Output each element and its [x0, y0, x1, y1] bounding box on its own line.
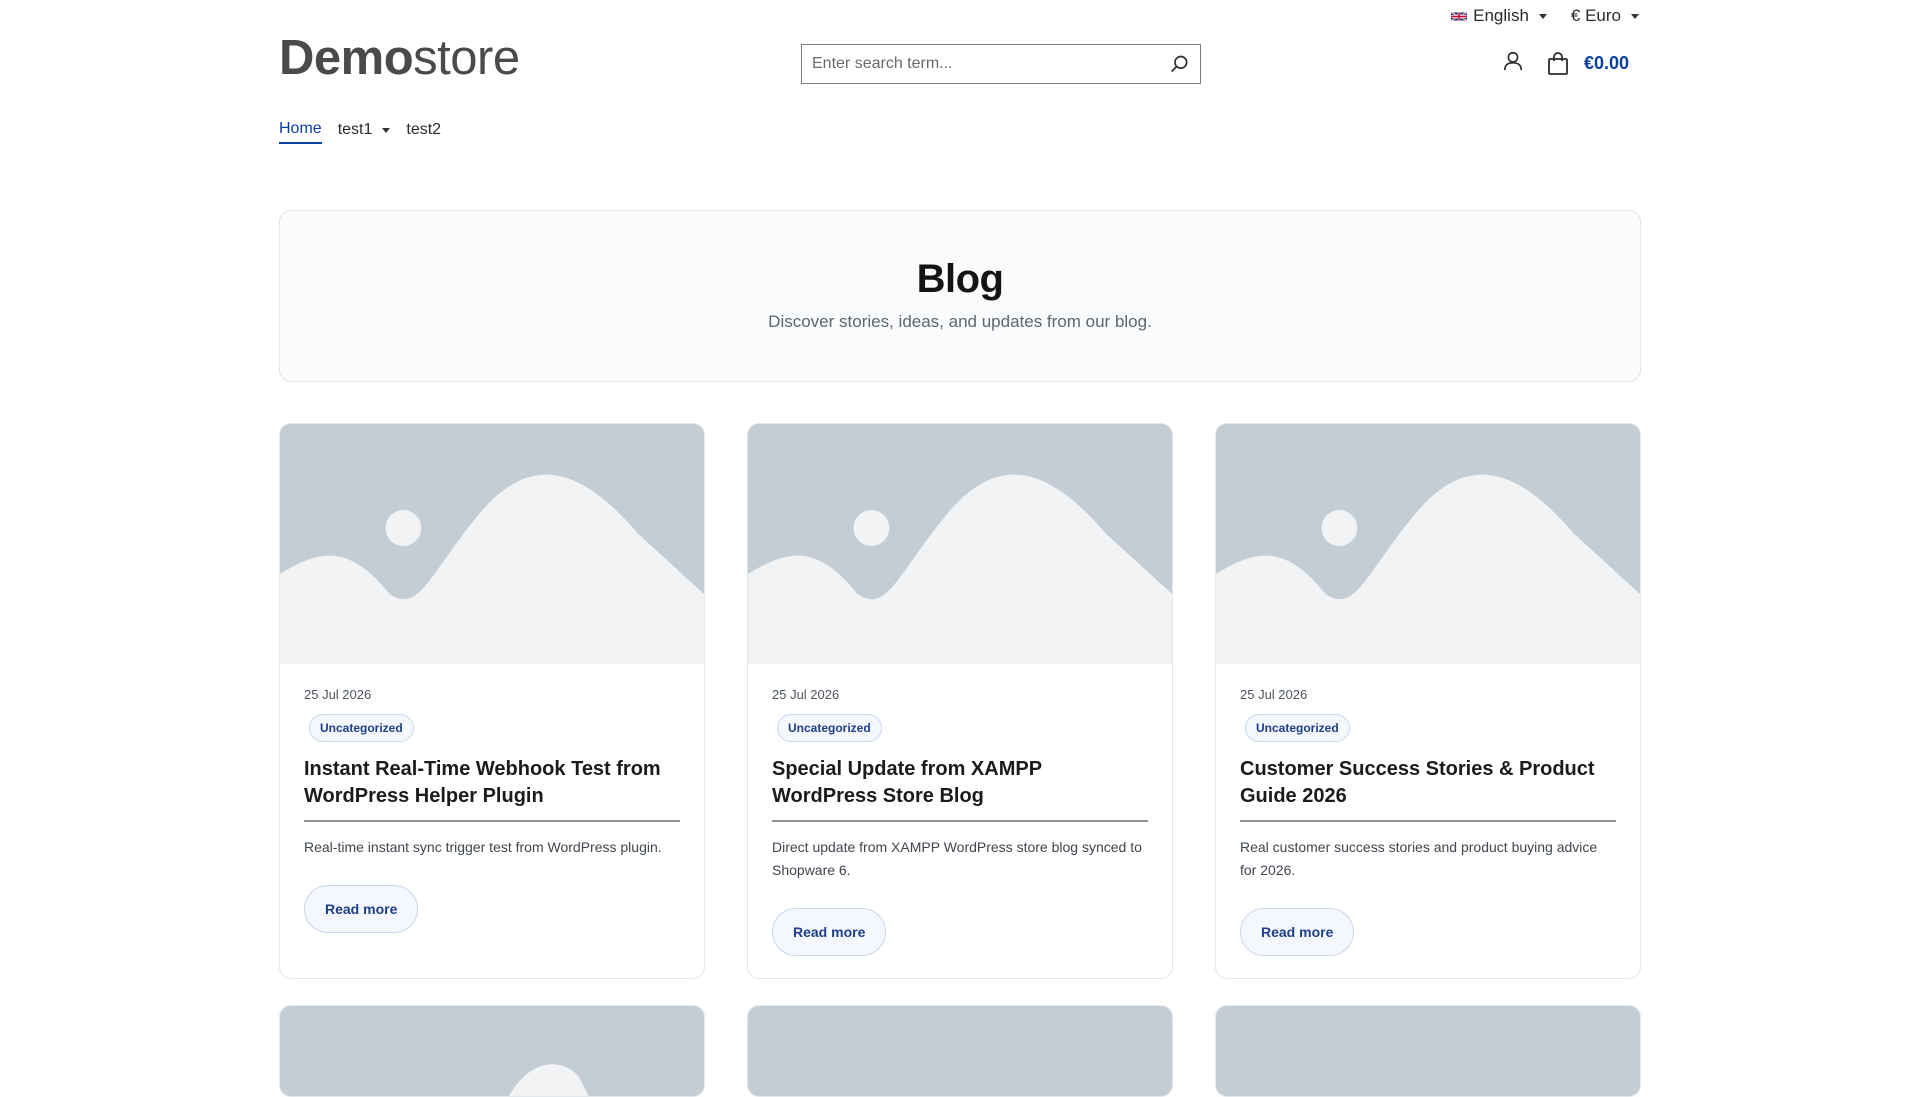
post-image-placeholder[interactable] [280, 424, 704, 664]
post-date: 25 Jul 2026 [304, 687, 372, 702]
read-more-button[interactable]: Read more [304, 885, 419, 933]
read-more-button[interactable]: Read more [772, 908, 887, 956]
shopping-bag-icon [1548, 51, 1568, 75]
blog-grid: 25 Jul 2026 Uncategorized Instant Real-T… [279, 423, 1641, 1097]
user-icon [1503, 51, 1523, 71]
nav-item-home[interactable]: Home [279, 120, 322, 144]
search-icon [1171, 55, 1188, 73]
nav-item-test2[interactable]: test2 [406, 120, 441, 144]
post-excerpt: Direct update from XAMPP WordPress store… [772, 839, 1142, 878]
blog-card: 25 Jul 2026 Uncategorized Special Update… [747, 423, 1173, 979]
card-body: 25 Jul 2026 Uncategorized Customer Succe… [1216, 664, 1640, 978]
blog-card [279, 1005, 705, 1097]
image-placeholder-icon [748, 424, 1172, 664]
post-image[interactable] [748, 1006, 1172, 1096]
header-actions: €0.00 [1502, 50, 1629, 77]
search-button[interactable] [1160, 45, 1200, 83]
blog-card [1215, 1005, 1641, 1097]
post-excerpt: Real customer success stories and produc… [1240, 839, 1598, 878]
image-placeholder-icon [280, 1006, 704, 1096]
nav-item-label: test1 [337, 121, 373, 138]
category-badge[interactable]: Uncategorized [1245, 714, 1350, 742]
blog-card [747, 1005, 1173, 1097]
post-image-placeholder[interactable] [748, 424, 1172, 664]
chevron-down-icon [1631, 13, 1639, 19]
page: English € Euro Demostore Enter search te… [279, 0, 1641, 1097]
account-button[interactable] [1502, 50, 1524, 77]
post-image[interactable] [1216, 1006, 1640, 1096]
top-bar: English € Euro [1451, 6, 1639, 26]
store-logo[interactable]: Demostore [279, 34, 520, 83]
logo-bold-text: Demo [279, 31, 414, 85]
logo-light-text: store [413, 31, 520, 85]
page-subtitle: Discover stories, ideas, and updates fro… [768, 312, 1152, 331]
post-title[interactable]: Instant Real-Time Webhook Test from Word… [304, 756, 680, 822]
post-image-placeholder[interactable] [280, 1006, 704, 1096]
cart-button[interactable]: €0.00 [1546, 51, 1629, 76]
post-date: 25 Jul 2026 [772, 687, 840, 702]
post-title[interactable]: Special Update from XAMPP WordPress Stor… [772, 756, 1148, 822]
category-badge[interactable]: Uncategorized [309, 714, 414, 742]
card-body: 25 Jul 2026 Uncategorized Special Update… [748, 664, 1172, 978]
card-body: 25 Jul 2026 Uncategorized Instant Real-T… [280, 664, 704, 978]
post-image-placeholder[interactable] [1216, 424, 1640, 664]
currency-selector[interactable]: € Euro [1571, 6, 1639, 26]
nav-item-label: test2 [406, 121, 442, 138]
nav-item-label: Home [279, 120, 322, 137]
post-title[interactable]: Customer Success Stories & Product Guide… [1240, 756, 1616, 822]
chevron-down-icon [1538, 13, 1547, 19]
language-label: English [1473, 6, 1529, 25]
image-placeholder-icon [1216, 424, 1640, 664]
read-more-button[interactable]: Read more [1240, 908, 1355, 956]
cart-total: €0.00 [1583, 53, 1629, 73]
image-placeholder-icon [280, 424, 704, 664]
page-title: Blog [916, 257, 1004, 301]
blog-hero: Blog Discover stories, ideas, and update… [279, 210, 1641, 382]
main-navigation: Home test1 test2 [279, 120, 441, 144]
chevron-down-icon [382, 127, 391, 133]
currency-label: € Euro [1570, 6, 1621, 25]
category-badge[interactable]: Uncategorized [777, 714, 882, 742]
blog-card: 25 Jul 2026 Uncategorized Customer Succe… [1215, 423, 1641, 979]
search-box [801, 44, 1201, 84]
nav-item-test1[interactable]: test1 [338, 120, 391, 144]
uk-flag-icon [1451, 11, 1468, 21]
search-input[interactable] [802, 45, 1160, 83]
language-selector[interactable]: English [1451, 6, 1547, 26]
blog-card: 25 Jul 2026 Uncategorized Instant Real-T… [279, 423, 705, 979]
post-date: 25 Jul 2026 [1240, 687, 1308, 702]
post-excerpt: Real-time instant sync trigger test from… [304, 839, 662, 855]
